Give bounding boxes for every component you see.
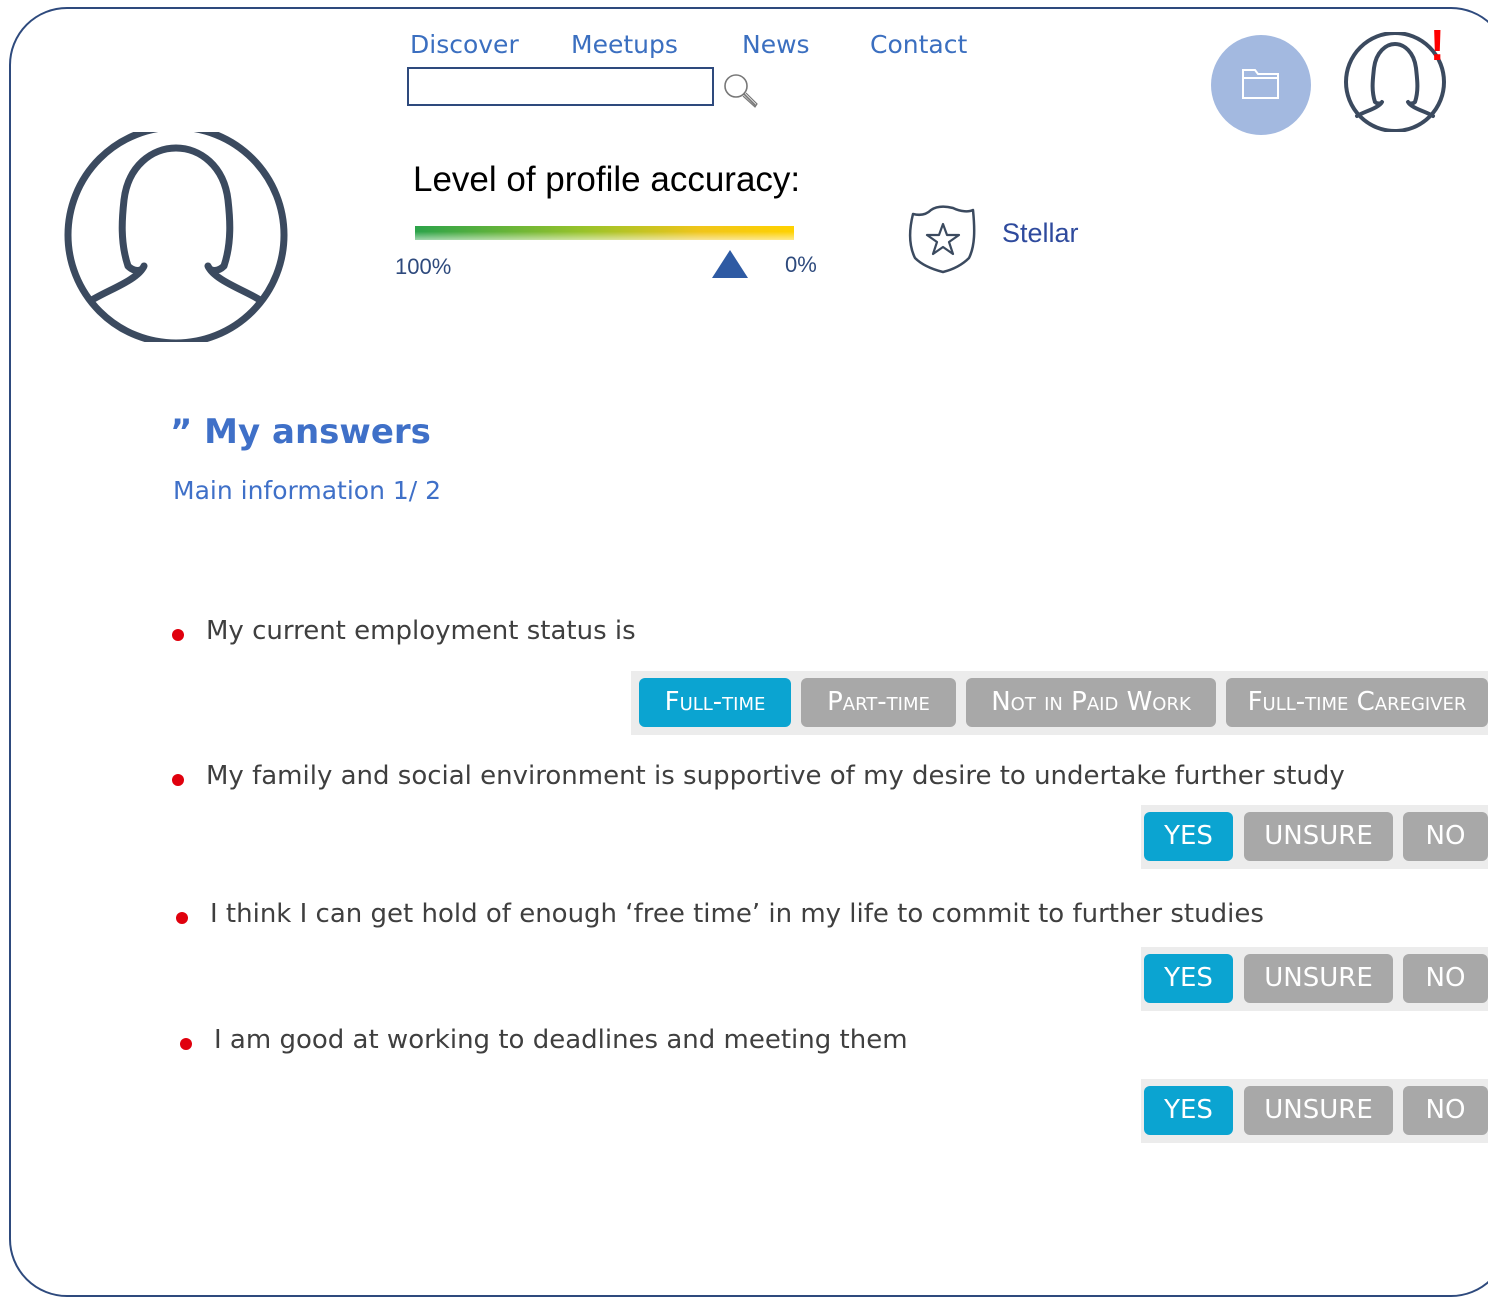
star-badge-icon xyxy=(909,205,976,274)
option-yes[interactable]: YES xyxy=(1144,812,1233,861)
folder-icon xyxy=(1242,69,1279,99)
question-text: My family and social environment is supp… xyxy=(206,761,1345,791)
nav-contact[interactable]: Contact xyxy=(870,30,967,59)
question-text: I am good at working to deadlines and me… xyxy=(214,1025,908,1055)
accuracy-title: Level of profile accuracy: xyxy=(413,160,801,199)
option-unsure[interactable]: UNSURE xyxy=(1244,954,1393,1003)
bullet-icon xyxy=(172,629,184,641)
search-input[interactable] xyxy=(409,69,712,104)
search-icon[interactable] xyxy=(722,72,760,110)
notification-alert: ! xyxy=(1430,21,1445,70)
bullet-icon xyxy=(172,774,184,786)
avatar-icon xyxy=(64,132,288,342)
nav-meetups[interactable]: Meetups xyxy=(571,30,678,59)
question-text: My current employment status is xyxy=(206,616,636,646)
free-time-options: YES UNSURE NO xyxy=(1141,947,1488,1011)
accuracy-marker xyxy=(711,250,748,278)
folder-button[interactable] xyxy=(1211,35,1311,135)
bullet-icon xyxy=(180,1038,192,1050)
accuracy-min-label: 0% xyxy=(785,252,817,277)
option-no[interactable]: NO xyxy=(1403,1086,1488,1135)
option-yes[interactable]: YES xyxy=(1144,954,1233,1003)
option-full-time-caregiver[interactable]: Full-time Caregiver xyxy=(1226,678,1488,727)
option-no[interactable]: NO xyxy=(1403,954,1488,1003)
search-box xyxy=(407,67,714,106)
deadlines-options: YES UNSURE NO xyxy=(1141,1079,1488,1143)
nav-discover[interactable]: Discover xyxy=(410,30,519,59)
accuracy-gradient-bar xyxy=(415,226,794,240)
option-not-in-paid-work[interactable]: Not in Paid Work xyxy=(966,678,1216,727)
badge-label: Stellar xyxy=(1002,218,1079,248)
option-unsure[interactable]: UNSURE xyxy=(1244,812,1393,861)
option-part-time[interactable]: Part-time xyxy=(801,678,956,727)
option-unsure[interactable]: UNSURE xyxy=(1244,1086,1393,1135)
question-text: I think I can get hold of enough ‘free t… xyxy=(210,899,1264,929)
option-full-time[interactable]: Full-time xyxy=(639,678,791,727)
option-no[interactable]: NO xyxy=(1403,812,1488,861)
bullet-icon xyxy=(176,912,188,924)
answers-title: ” My answers xyxy=(170,412,431,452)
family-support-options: YES UNSURE NO xyxy=(1141,805,1488,869)
nav-news[interactable]: News xyxy=(742,30,810,59)
employment-options: Full-time Part-time Not in Paid Work Ful… xyxy=(631,671,1488,735)
option-yes[interactable]: YES xyxy=(1144,1086,1233,1135)
answers-subtitle: Main information 1/ 2 xyxy=(173,476,442,505)
accuracy-max-label: 100% xyxy=(395,254,452,279)
